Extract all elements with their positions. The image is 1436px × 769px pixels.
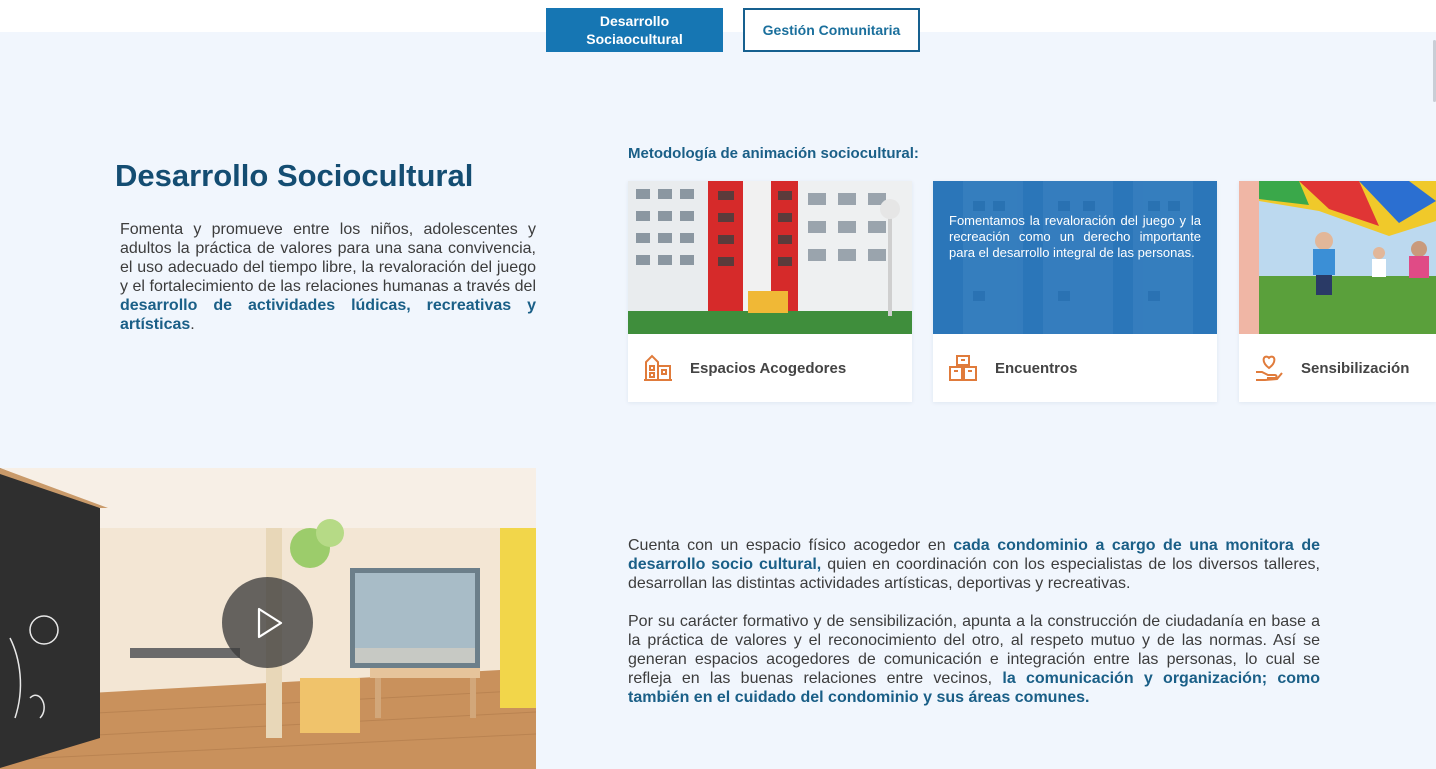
card-label-row: Espacios Acogedores	[628, 334, 912, 402]
tab-desarrollo-sociocultural[interactable]: Desarrollo Sociaocultural	[546, 8, 723, 52]
building-icon	[644, 354, 672, 381]
page-title: Desarrollo Sociocultural	[115, 158, 474, 193]
p1-text: Cuenta con un espacio físico acogedor en	[628, 537, 954, 554]
intro-end: .	[190, 316, 195, 333]
tab-gestion-comunitaria[interactable]: Gestión Comunitaria	[743, 8, 920, 52]
intro-text: Fomenta y promueve entre los niños, adol…	[120, 221, 536, 295]
card-label-row: Sensibilización	[1239, 334, 1436, 402]
play-icon	[257, 607, 282, 638]
intro-paragraph: Fomenta y promueve entre los niños, adol…	[120, 220, 536, 334]
description-paragraph-1: Cuenta con un espacio físico acogedor en…	[628, 536, 1320, 593]
card-encuentros[interactable]: Fomentamos la revaloración del juego y l…	[933, 181, 1217, 402]
card-sensibilizacion[interactable]: Sensibilización	[1239, 181, 1436, 402]
group-blocks-icon	[949, 355, 977, 381]
intro-highlight: desarrollo de actividades lúdicas, recre…	[120, 297, 536, 333]
encuentros-photo: Fomentamos la revaloración del juego y l…	[933, 181, 1217, 334]
methodology-title: Metodología de animación sociocultural:	[628, 145, 919, 162]
parachute-photo	[1239, 181, 1436, 334]
building-photo	[628, 181, 912, 334]
encuentros-overlay-text: Fomentamos la revaloración del juego y l…	[949, 213, 1201, 260]
card-label-row: Encuentros	[933, 334, 1217, 402]
description-paragraph-2: Por su carácter formativo y de sensibili…	[628, 612, 1320, 707]
video-thumbnail[interactable]	[0, 468, 536, 769]
play-button[interactable]	[222, 577, 313, 668]
card-label: Encuentros	[995, 359, 1078, 377]
heart-hand-icon	[1256, 355, 1283, 381]
card-label: Sensibilización	[1301, 359, 1410, 377]
card-espacios-acogedores[interactable]: Espacios Acogedores	[628, 181, 912, 402]
card-label: Espacios Acogedores	[690, 359, 847, 377]
